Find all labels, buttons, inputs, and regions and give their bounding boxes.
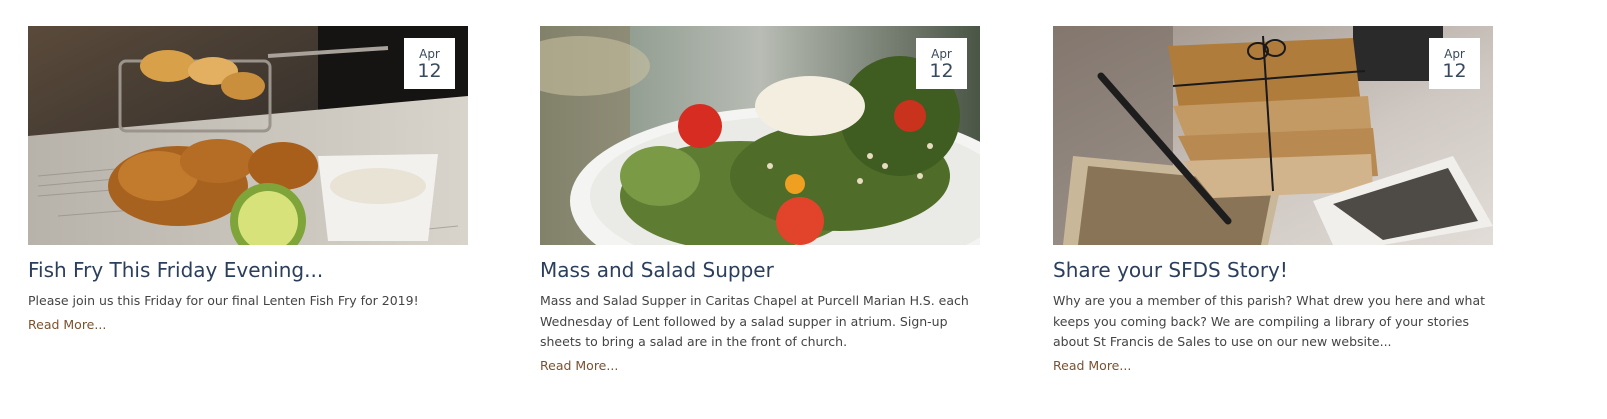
date-day: 12 xyxy=(417,60,442,82)
post-thumbnail[interactable]: Apr 12 xyxy=(28,26,468,245)
date-day: 12 xyxy=(1442,60,1467,82)
date-badge: Apr 12 xyxy=(916,38,967,89)
date-badge: Apr 12 xyxy=(404,38,455,89)
post-excerpt: Mass and Salad Supper in Caritas Chapel … xyxy=(540,293,969,349)
read-more-link[interactable]: Read More... xyxy=(540,356,618,376)
read-more-link[interactable]: Read More... xyxy=(1053,356,1131,376)
news-card: Apr 12 Share your SFDS Story! Why are yo… xyxy=(1053,26,1493,376)
read-more-link[interactable]: Read More... xyxy=(28,315,106,335)
news-card: Apr 12 Fish Fry This Friday Evening... P… xyxy=(28,26,468,335)
salad-photo xyxy=(540,26,980,245)
news-card: Apr 12 Mass and Salad Supper Mass and Sa… xyxy=(540,26,980,376)
date-badge: Apr 12 xyxy=(1429,38,1480,89)
letters-photo xyxy=(1053,26,1493,245)
post-thumbnail[interactable]: Apr 12 xyxy=(1053,26,1493,245)
post-title[interactable]: Mass and Salad Supper xyxy=(540,257,980,283)
date-month: Apr xyxy=(931,47,952,61)
post-excerpt: Please join us this Friday for our final… xyxy=(28,293,419,308)
fish-fry-photo xyxy=(28,26,468,245)
post-thumbnail[interactable]: Apr 12 xyxy=(540,26,980,245)
news-grid: Apr 12 Fish Fry This Friday Evening... P… xyxy=(0,0,1607,419)
date-month: Apr xyxy=(419,47,440,61)
post-excerpt: Why are you a member of this parish? Wha… xyxy=(1053,293,1486,349)
post-title[interactable]: Fish Fry This Friday Evening... xyxy=(28,257,468,283)
date-month: Apr xyxy=(1444,47,1465,61)
post-title[interactable]: Share your SFDS Story! xyxy=(1053,257,1493,283)
date-day: 12 xyxy=(929,60,954,82)
